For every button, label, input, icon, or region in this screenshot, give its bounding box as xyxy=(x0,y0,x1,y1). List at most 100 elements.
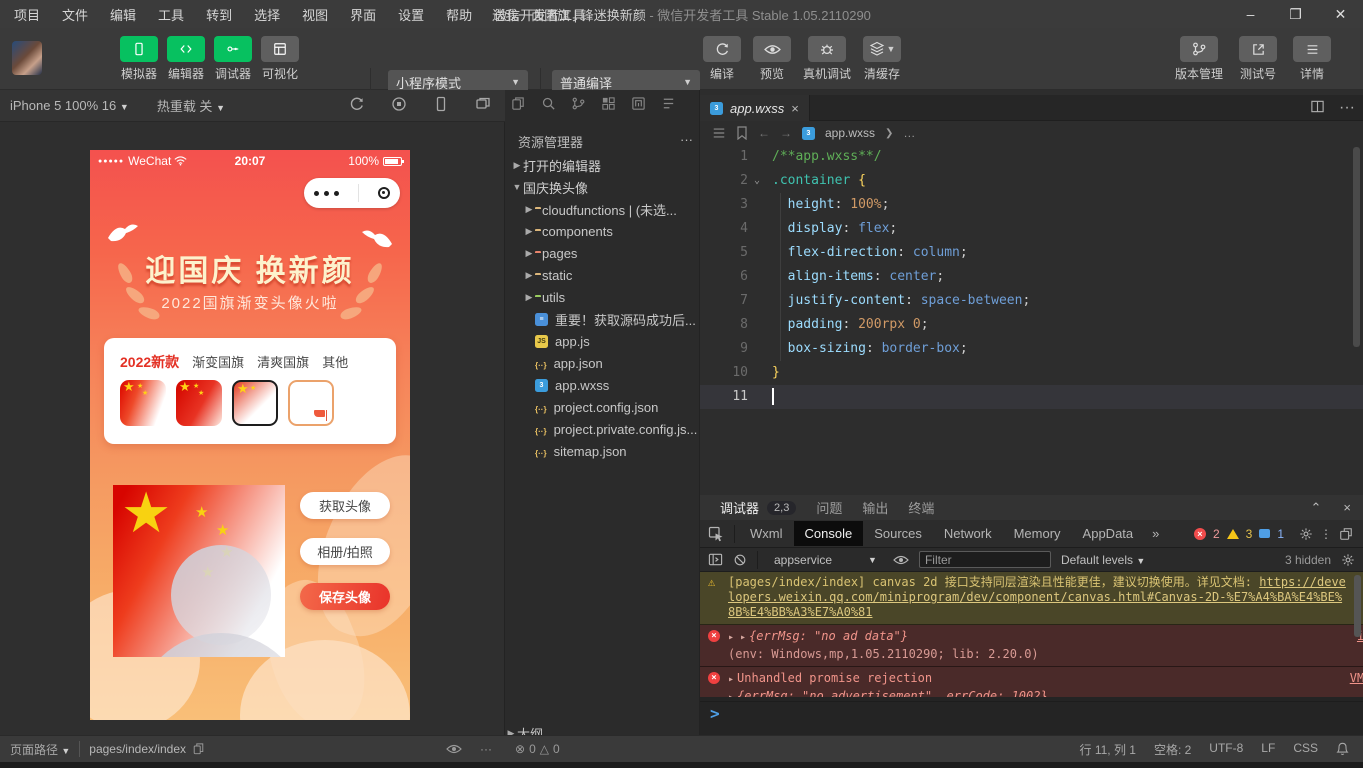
close-button[interactable]: ✕ xyxy=(1318,0,1363,28)
context-select[interactable]: appservice▼ xyxy=(768,551,883,569)
screenshot-icon[interactable] xyxy=(475,96,491,112)
back-icon[interactable]: ← xyxy=(758,126,770,140)
more-dots-icon[interactable] xyxy=(314,191,339,196)
menu-编辑[interactable]: 编辑 xyxy=(110,5,136,24)
devtools-tab-Wxml[interactable]: Wxml xyxy=(739,521,794,546)
tool-版本管理[interactable]: 版本管理 xyxy=(1175,36,1223,82)
code-line-5[interactable]: 5 flex-direction: column; xyxy=(700,241,1363,265)
tab-app-wxss[interactable]: 3 app.wxss × xyxy=(700,95,810,121)
close-tab-icon[interactable]: × xyxy=(791,101,799,116)
device-frame-icon[interactable] xyxy=(433,96,449,112)
menu-视图[interactable]: 视图 xyxy=(302,5,328,24)
tree-item-components[interactable]: ▶components xyxy=(505,220,700,242)
breadcrumb-file[interactable]: app.wxss xyxy=(825,126,875,140)
source-control-icon[interactable] xyxy=(571,96,586,111)
levels-select[interactable]: Default levels ▼ xyxy=(1061,553,1145,567)
tree-item-app.json[interactable]: {··}app.json xyxy=(505,352,700,374)
bell-icon[interactable] xyxy=(1336,742,1349,756)
forward-icon[interactable]: → xyxy=(780,126,792,140)
editor-more-icon[interactable]: ··· xyxy=(1339,99,1355,117)
album-camera-button[interactable]: 相册/拍照 xyxy=(300,538,390,565)
search-icon[interactable] xyxy=(541,96,556,111)
code-line-9[interactable]: 9 box-sizing: border-box; xyxy=(700,337,1363,361)
panel-tab-问题[interactable]: 问题 xyxy=(816,498,842,517)
card-tab-2022新款[interactable]: 2022新款 xyxy=(120,352,179,372)
tool-测试号[interactable]: 测试号 xyxy=(1239,36,1277,82)
console-settings-icon[interactable] xyxy=(1341,553,1355,567)
toolbar-button-编辑器[interactable]: 编辑器 xyxy=(167,36,205,82)
card-tab-其他[interactable]: 其他 xyxy=(322,352,348,371)
code-line-6[interactable]: 6 align-items: center; xyxy=(700,265,1363,289)
devtools-tab-Network[interactable]: Network xyxy=(933,521,1003,546)
status-item[interactable]: LF xyxy=(1261,741,1275,758)
more-tabs-icon[interactable]: » xyxy=(1144,526,1167,541)
menu-文件[interactable]: 文件 xyxy=(62,5,88,24)
toolbar-button-模拟器[interactable]: 模拟器 xyxy=(120,36,158,82)
panel-tab-调试器[interactable]: 调试器 xyxy=(720,498,759,517)
console-message-warning[interactable]: ⚠[pages/index/index] canvas 2d 接口支持同层渲染且… xyxy=(700,572,1363,625)
code-line-10[interactable]: 10} xyxy=(700,361,1363,385)
clear-console-icon[interactable] xyxy=(733,553,747,567)
menu-帮助[interactable]: 帮助 xyxy=(446,5,472,24)
devtools-tab-AppData[interactable]: AppData xyxy=(1072,521,1145,546)
statusbar-more-icon[interactable]: ··· xyxy=(480,742,492,756)
outline-list-icon[interactable] xyxy=(712,126,726,140)
split-editor-icon[interactable] xyxy=(1310,99,1325,117)
breadcrumb-more[interactable]: … xyxy=(903,126,915,140)
menu-工具[interactable]: 工具 xyxy=(158,5,184,24)
panel-tab-终端[interactable]: 终端 xyxy=(908,498,934,517)
capsule-menu[interactable] xyxy=(304,178,400,208)
inspect-element-icon[interactable] xyxy=(708,526,724,542)
expand-arrow-icon[interactable]: ▸ xyxy=(728,692,734,697)
toolbar-button-调试器[interactable]: 调试器 xyxy=(214,36,252,82)
code-line-11[interactable]: 11 xyxy=(700,385,1363,409)
console-message-error[interactable]: ×▸ ▸{errMsg: "no ad data"}index.js? [sm]… xyxy=(700,625,1363,667)
capsule-close-icon[interactable] xyxy=(378,187,390,199)
hidden-count[interactable]: 3 hidden xyxy=(1285,553,1331,567)
tree-section-国庆换头像[interactable]: ▼国庆换头像 xyxy=(505,176,700,198)
menu-界面[interactable]: 界面 xyxy=(350,5,376,24)
devtools-menu-icon[interactable]: ⋮ xyxy=(1320,527,1332,541)
code-line-3[interactable]: 3 height: 100%; xyxy=(700,193,1363,217)
status-item[interactable]: 空格: 2 xyxy=(1154,741,1191,758)
devtools-settings-icon[interactable] xyxy=(1299,527,1313,541)
get-avatar-button[interactable]: 获取头像 xyxy=(300,492,390,519)
flag-thumbnail[interactable]: ★★★ xyxy=(176,380,222,426)
tree-item-app.js[interactable]: JSapp.js xyxy=(505,330,700,352)
menu-转到[interactable]: 转到 xyxy=(206,5,232,24)
eye-icon[interactable] xyxy=(893,554,909,566)
maximize-button[interactable]: ❐ xyxy=(1273,0,1318,28)
card-tab-清爽国旗[interactable]: 清爽国旗 xyxy=(257,352,309,371)
page-path[interactable]: pages/index/index xyxy=(89,742,186,756)
tree-item-重要！获取源码成功后...[interactable]: ≡重要！获取源码成功后... xyxy=(505,308,700,330)
console-scrollbar[interactable] xyxy=(1354,575,1361,637)
status-item[interactable]: 行 11, 列 1 xyxy=(1079,741,1135,758)
bookmark-icon[interactable] xyxy=(736,126,748,140)
menu-项目[interactable]: 项目 xyxy=(14,5,40,24)
code-line-2[interactable]: 2⌄.container { xyxy=(700,169,1363,193)
source-link[interactable]: VM53 WAService.js:2 xyxy=(1350,670,1363,686)
undock-icon[interactable] xyxy=(1339,527,1353,541)
expand-arrow-icon[interactable]: ▸ xyxy=(728,674,734,685)
copy-path-icon[interactable] xyxy=(193,743,204,755)
action-预览[interactable]: 预览 xyxy=(753,36,791,82)
tree-item-app.wxss[interactable]: 3app.wxss xyxy=(505,374,700,396)
tree-item-project.config.json[interactable]: {··}project.config.json xyxy=(505,396,700,418)
devtools-tab-Memory[interactable]: Memory xyxy=(1003,521,1072,546)
avatar[interactable] xyxy=(12,41,42,75)
minimize-button[interactable]: – xyxy=(1228,0,1273,28)
flag-thumbnail[interactable]: ★★★ xyxy=(120,380,166,426)
filter-input[interactable] xyxy=(919,551,1051,568)
npm-icon[interactable] xyxy=(631,96,646,111)
tool-详情[interactable]: 详情 xyxy=(1293,36,1331,82)
code-line-4[interactable]: 4 display: flex; xyxy=(700,217,1363,241)
hot-reload-toggle[interactable]: 热重载 关 ▼ xyxy=(157,96,225,115)
fold-chevron-icon[interactable]: ⌄ xyxy=(754,169,760,193)
tree-item-sitemap.json[interactable]: {··}sitemap.json xyxy=(505,440,700,462)
code-line-8[interactable]: 8 padding: 200rpx 0; xyxy=(700,313,1363,337)
menu-选择[interactable]: 选择 xyxy=(254,5,280,24)
status-item[interactable]: UTF-8 xyxy=(1209,741,1243,758)
devtools-tab-Console[interactable]: Console xyxy=(794,521,864,546)
tree-item-static[interactable]: ▶static xyxy=(505,264,700,286)
tree-item-project.private.config.js...[interactable]: {··}project.private.config.js... xyxy=(505,418,700,440)
